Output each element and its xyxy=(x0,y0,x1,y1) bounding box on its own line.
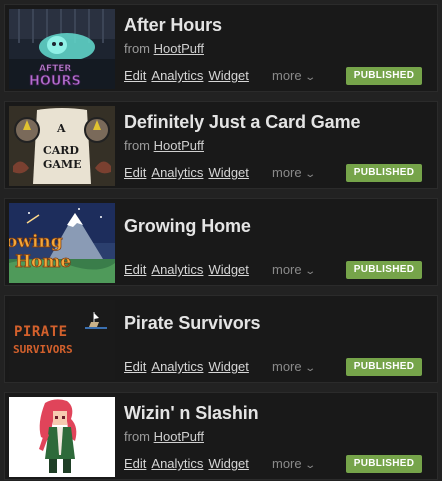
analytics-link[interactable]: Analytics xyxy=(151,262,203,277)
widget-link[interactable]: Widget xyxy=(208,165,248,180)
thumb-text-pirate: PIRATE xyxy=(14,324,68,340)
from-label: from xyxy=(124,429,154,444)
pirate-survivors-cover-art: PIRATE SURVIVORS xyxy=(9,300,115,380)
published-status-badge[interactable]: PUBLISHED xyxy=(346,455,422,473)
project-byline: from HootPuff xyxy=(124,41,204,56)
project-title[interactable]: After Hours xyxy=(124,15,222,36)
chevron-down-icon: ⌄ xyxy=(303,460,316,471)
thumb-text-after: AFTER xyxy=(39,64,71,74)
project-title[interactable]: Definitely Just a Card Game xyxy=(124,112,360,133)
author-link[interactable]: HootPuff xyxy=(154,429,204,444)
widget-link[interactable]: Widget xyxy=(208,456,248,471)
thumbnail-wizin-n-slashin[interactable] xyxy=(9,397,115,477)
thumb-text-home: Home xyxy=(15,252,71,272)
project-title[interactable]: Wizin' n Slashin xyxy=(124,403,259,424)
project-row-pirate-survivors: PIRATE SURVIVORS Pirate Survivors Edit An… xyxy=(4,295,438,383)
more-label: more xyxy=(272,165,302,180)
widget-link[interactable]: Widget xyxy=(208,359,248,374)
edit-link[interactable]: Edit xyxy=(124,165,146,180)
thumbnail-pirate-survivors[interactable]: PIRATE SURVIVORS xyxy=(9,300,115,380)
project-actions: Edit Analytics Widget xyxy=(124,165,254,180)
widget-link[interactable]: Widget xyxy=(208,68,248,83)
analytics-link[interactable]: Analytics xyxy=(151,68,203,83)
project-actions: Edit Analytics Widget xyxy=(124,456,254,471)
analytics-link[interactable]: Analytics xyxy=(151,456,203,471)
from-label: from xyxy=(124,138,154,153)
growing-home-cover-art: owing Home xyxy=(9,203,115,283)
more-dropdown[interactable]: more ⌄ xyxy=(272,456,316,471)
thumb-text-growing: owing xyxy=(9,232,63,252)
chevron-down-icon: ⌄ xyxy=(303,363,316,374)
project-row-after-hours: AFTER HOURS After Hours from HootPuff Ed… xyxy=(4,4,438,92)
thumbnail-growing-home[interactable]: owing Home xyxy=(9,203,115,283)
more-dropdown[interactable]: more ⌄ xyxy=(272,165,316,180)
more-label: more xyxy=(272,456,302,471)
project-title[interactable]: Pirate Survivors xyxy=(124,313,261,334)
project-row-wizin-n-slashin: Wizin' n Slashin from HootPuff Edit Analy… xyxy=(4,392,438,480)
thumb-text-hours: HOURS xyxy=(29,74,81,89)
chevron-down-icon: ⌄ xyxy=(303,169,316,180)
published-status-badge[interactable]: PUBLISHED xyxy=(346,67,422,85)
project-actions: Edit Analytics Widget xyxy=(124,68,254,83)
chevron-down-icon: ⌄ xyxy=(303,72,316,83)
thumbnail-after-hours[interactable]: AFTER HOURS xyxy=(9,9,115,89)
widget-link[interactable]: Widget xyxy=(208,262,248,277)
more-label: more xyxy=(272,359,302,374)
analytics-link[interactable]: Analytics xyxy=(151,359,203,374)
edit-link[interactable]: Edit xyxy=(124,68,146,83)
project-byline: from HootPuff xyxy=(124,138,204,153)
project-actions: Edit Analytics Widget xyxy=(124,262,254,277)
author-link[interactable]: HootPuff xyxy=(154,138,204,153)
published-status-badge[interactable]: PUBLISHED xyxy=(346,261,422,279)
analytics-link[interactable]: Analytics xyxy=(151,165,203,180)
edit-link[interactable]: Edit xyxy=(124,262,146,277)
more-label: more xyxy=(272,68,302,83)
author-link[interactable]: HootPuff xyxy=(154,41,204,56)
thumb-text-survivors: SURVIVORS xyxy=(13,343,73,356)
project-list: AFTER HOURS After Hours from HootPuff Ed… xyxy=(0,0,442,481)
published-status-badge[interactable]: PUBLISHED xyxy=(346,358,422,376)
thumb-text-a: A xyxy=(56,122,66,135)
published-status-badge[interactable]: PUBLISHED xyxy=(346,164,422,182)
project-byline: from HootPuff xyxy=(124,429,204,444)
thumb-text-card: CARD xyxy=(43,144,79,157)
project-row-growing-home: owing Home Growing Home Edit Analytics Wid… xyxy=(4,198,438,286)
more-label: more xyxy=(272,262,302,277)
project-title[interactable]: Growing Home xyxy=(124,216,251,237)
project-row-card-game: A CARD GAME Definitely Just a Card Game … xyxy=(4,101,438,189)
after-hours-cover-art: AFTER HOURS xyxy=(9,9,115,89)
project-actions: Edit Analytics Widget xyxy=(124,359,254,374)
edit-link[interactable]: Edit xyxy=(124,359,146,374)
more-dropdown[interactable]: more ⌄ xyxy=(272,262,316,277)
card-game-cover-art: A CARD GAME xyxy=(9,106,115,186)
thumb-text-game: GAME xyxy=(43,158,82,171)
more-dropdown[interactable]: more ⌄ xyxy=(272,359,316,374)
more-dropdown[interactable]: more ⌄ xyxy=(272,68,316,83)
chevron-down-icon: ⌄ xyxy=(303,266,316,277)
from-label: from xyxy=(124,41,154,56)
edit-link[interactable]: Edit xyxy=(124,456,146,471)
thumbnail-card-game[interactable]: A CARD GAME xyxy=(9,106,115,186)
wizin-n-slashin-cover-art xyxy=(9,397,115,477)
